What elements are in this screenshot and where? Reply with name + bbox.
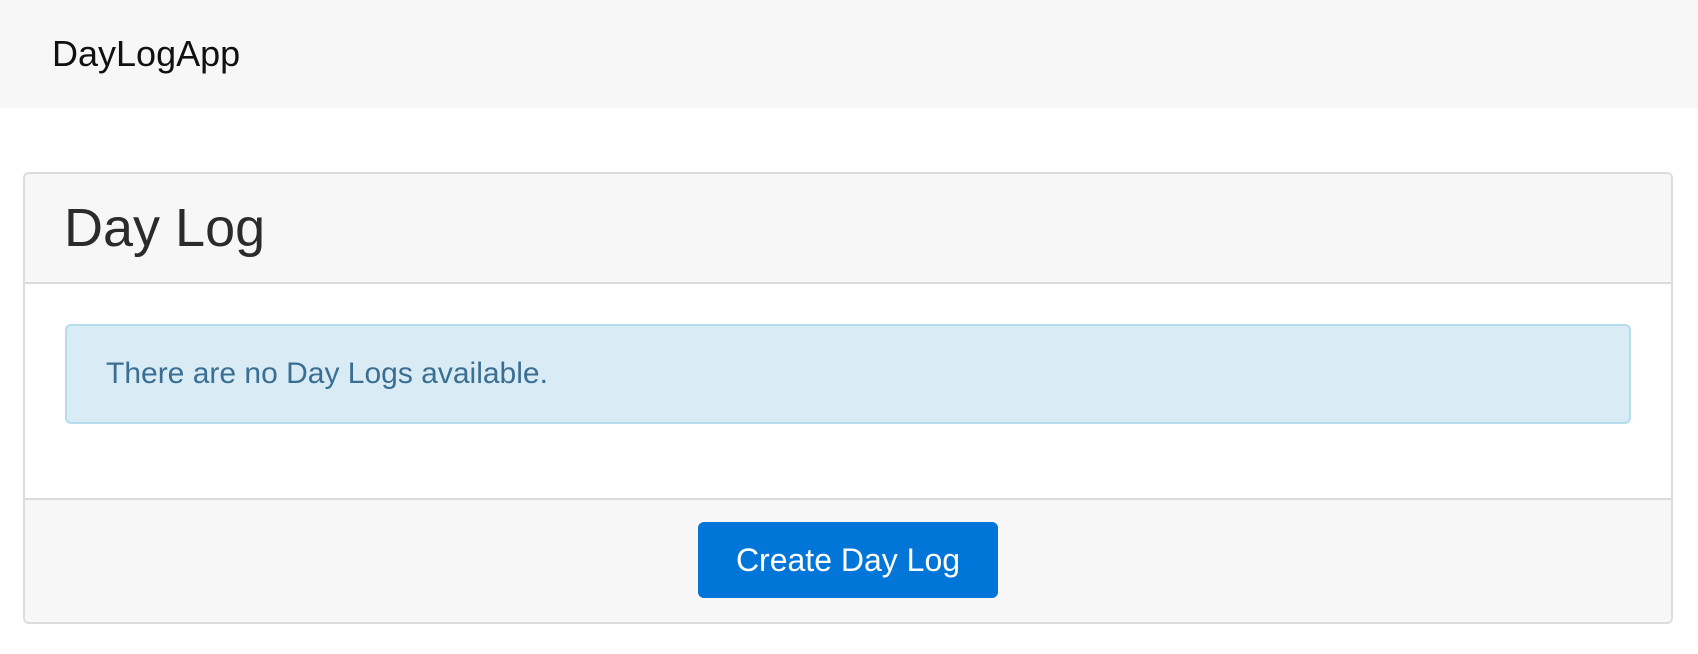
navbar: DayLogApp xyxy=(0,0,1698,108)
card-header: Day Log xyxy=(25,174,1671,284)
card-footer: Create Day Log xyxy=(25,498,1671,622)
brand-link[interactable]: DayLogApp xyxy=(52,33,240,75)
page-title: Day Log xyxy=(64,198,266,258)
empty-state-alert: There are no Day Logs available. xyxy=(65,324,1631,424)
create-day-log-button[interactable]: Create Day Log xyxy=(698,522,998,598)
card-body: There are no Day Logs available. xyxy=(25,284,1671,498)
day-log-card: Day Log There are no Day Logs available.… xyxy=(23,172,1673,624)
